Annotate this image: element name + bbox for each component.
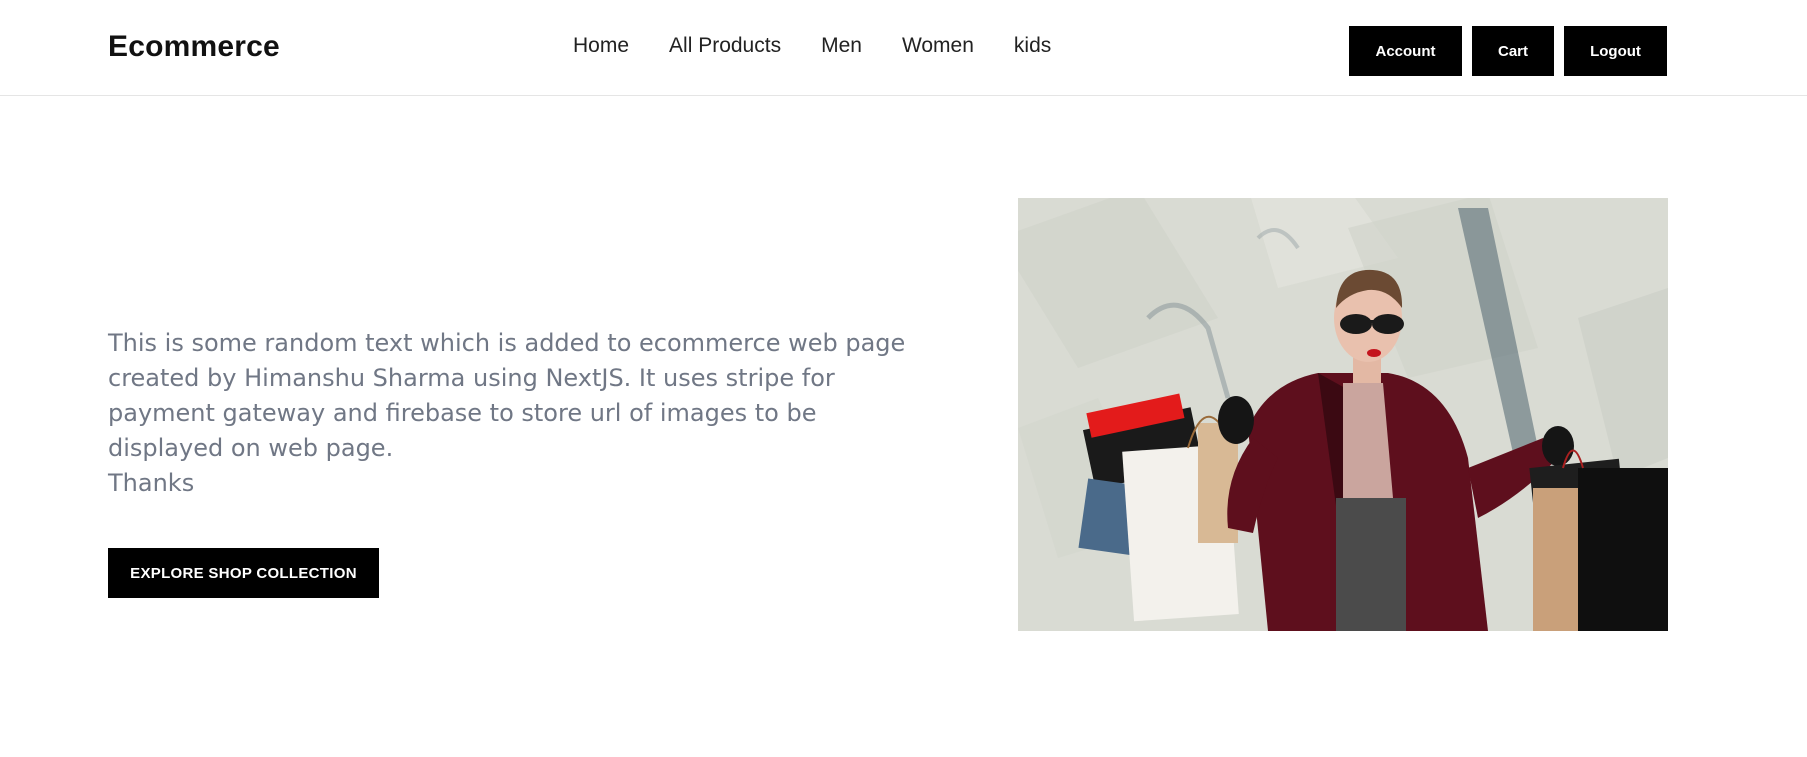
- nav-link-kids[interactable]: kids: [1014, 34, 1051, 58]
- hero-description: This is some random text which is added …: [108, 329, 906, 462]
- nav-link-all-products[interactable]: All Products: [669, 34, 781, 58]
- main-nav: Home All Products Men Women kids: [573, 34, 1051, 58]
- hero-description-block: This is some random text which is added …: [108, 326, 938, 501]
- nav-link-men[interactable]: Men: [821, 34, 862, 58]
- account-button[interactable]: Account: [1349, 26, 1462, 76]
- hero-thanks: Thanks: [108, 469, 195, 497]
- nav-link-women[interactable]: Women: [902, 34, 974, 58]
- nav-link-home[interactable]: Home: [573, 34, 629, 58]
- hero-image: [1018, 198, 1668, 631]
- cart-button[interactable]: Cart: [1472, 26, 1554, 76]
- site-logo[interactable]: Ecommerce: [108, 30, 280, 64]
- explore-shop-collection-button[interactable]: EXPLORE SHOP COLLECTION: [108, 548, 379, 598]
- logout-button[interactable]: Logout: [1564, 26, 1667, 76]
- header-actions: Account Cart Logout: [1339, 26, 1667, 76]
- site-header: Ecommerce Home All Products Men Women ki…: [0, 0, 1807, 96]
